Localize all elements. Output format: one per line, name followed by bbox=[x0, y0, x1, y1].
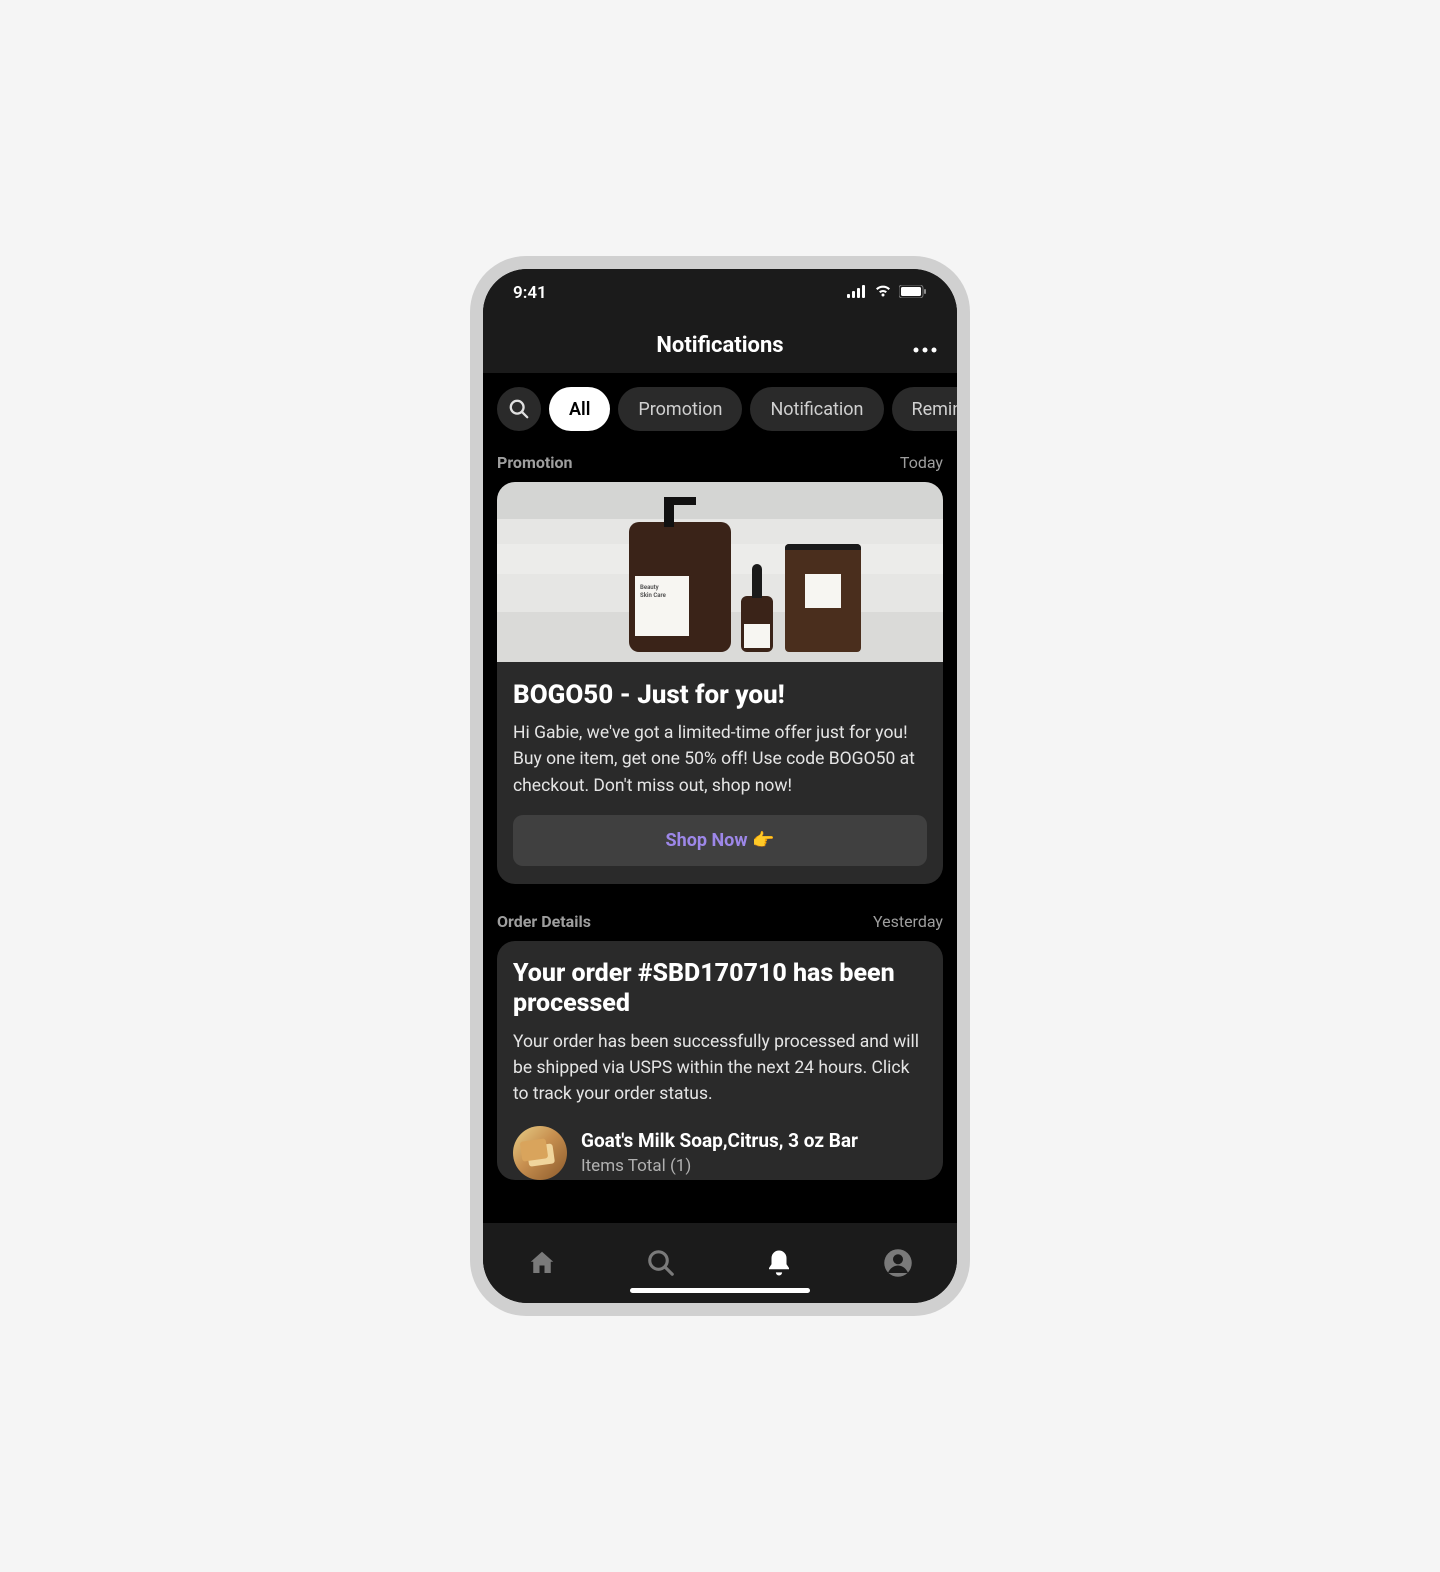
section-header-promotion: Promotion Today bbox=[483, 445, 957, 482]
product-items-total: Items Total (1) bbox=[581, 1156, 858, 1176]
home-indicator[interactable] bbox=[630, 1288, 810, 1293]
order-title: Your order #SBD170710 has been processed bbox=[513, 959, 927, 1019]
filter-chip-promotion[interactable]: Promotion bbox=[618, 387, 742, 431]
battery-icon bbox=[899, 283, 927, 303]
signal-icon bbox=[847, 283, 867, 303]
shop-now-label: Shop Now bbox=[666, 830, 748, 851]
product-thumbnail bbox=[513, 1126, 567, 1180]
nav-notifications[interactable] bbox=[763, 1247, 795, 1279]
shop-now-button[interactable]: Shop Now 👉 bbox=[513, 815, 927, 866]
nav-account[interactable] bbox=[882, 1247, 914, 1279]
more-menu-button[interactable] bbox=[913, 331, 937, 359]
promotion-body: Hi Gabie, we've got a limited-time offer… bbox=[513, 720, 927, 799]
section-date: Today bbox=[900, 453, 943, 472]
status-time: 9:41 bbox=[513, 283, 547, 303]
promotion-title: BOGO50 - Just for you! bbox=[513, 680, 927, 710]
product-name: Goat's Milk Soap,Citrus, 3 oz Bar bbox=[581, 1129, 858, 1152]
phone-frame: 9:41 Notifications bbox=[470, 256, 970, 1316]
promotion-card[interactable]: Beauty Skin Care BOGO50 - Just for you! … bbox=[497, 482, 943, 884]
filter-chip-reminder[interactable]: Reminder bbox=[892, 387, 958, 431]
section-label: Order Details bbox=[497, 912, 591, 931]
order-body: Your order has been successfully process… bbox=[513, 1029, 927, 1108]
app-header: Notifications bbox=[483, 317, 957, 373]
status-bar: 9:41 bbox=[483, 269, 957, 317]
nav-search[interactable] bbox=[645, 1247, 677, 1279]
page-title: Notifications bbox=[656, 333, 783, 358]
search-button[interactable] bbox=[497, 387, 541, 431]
pointing-hand-icon: 👉 bbox=[752, 830, 774, 851]
screen: 9:41 Notifications bbox=[483, 269, 957, 1303]
section-label: Promotion bbox=[497, 453, 573, 472]
order-card[interactable]: Your order #SBD170710 has been processed… bbox=[497, 941, 943, 1180]
wifi-icon bbox=[873, 283, 893, 303]
section-header-order: Order Details Yesterday bbox=[483, 904, 957, 941]
section-date: Yesterday bbox=[873, 912, 943, 931]
notifications-list[interactable]: Promotion Today Beauty Skin Care bbox=[483, 445, 957, 1223]
filter-chip-all[interactable]: All bbox=[549, 387, 610, 431]
order-product-row: Goat's Milk Soap,Citrus, 3 oz Bar Items … bbox=[513, 1126, 927, 1180]
promotion-image: Beauty Skin Care bbox=[497, 482, 943, 662]
nav-home[interactable] bbox=[526, 1247, 558, 1279]
filter-chip-notification[interactable]: Notification bbox=[750, 387, 883, 431]
bottom-nav bbox=[483, 1223, 957, 1303]
status-indicators bbox=[847, 283, 927, 303]
filter-bar: All Promotion Notification Reminder bbox=[483, 373, 957, 445]
